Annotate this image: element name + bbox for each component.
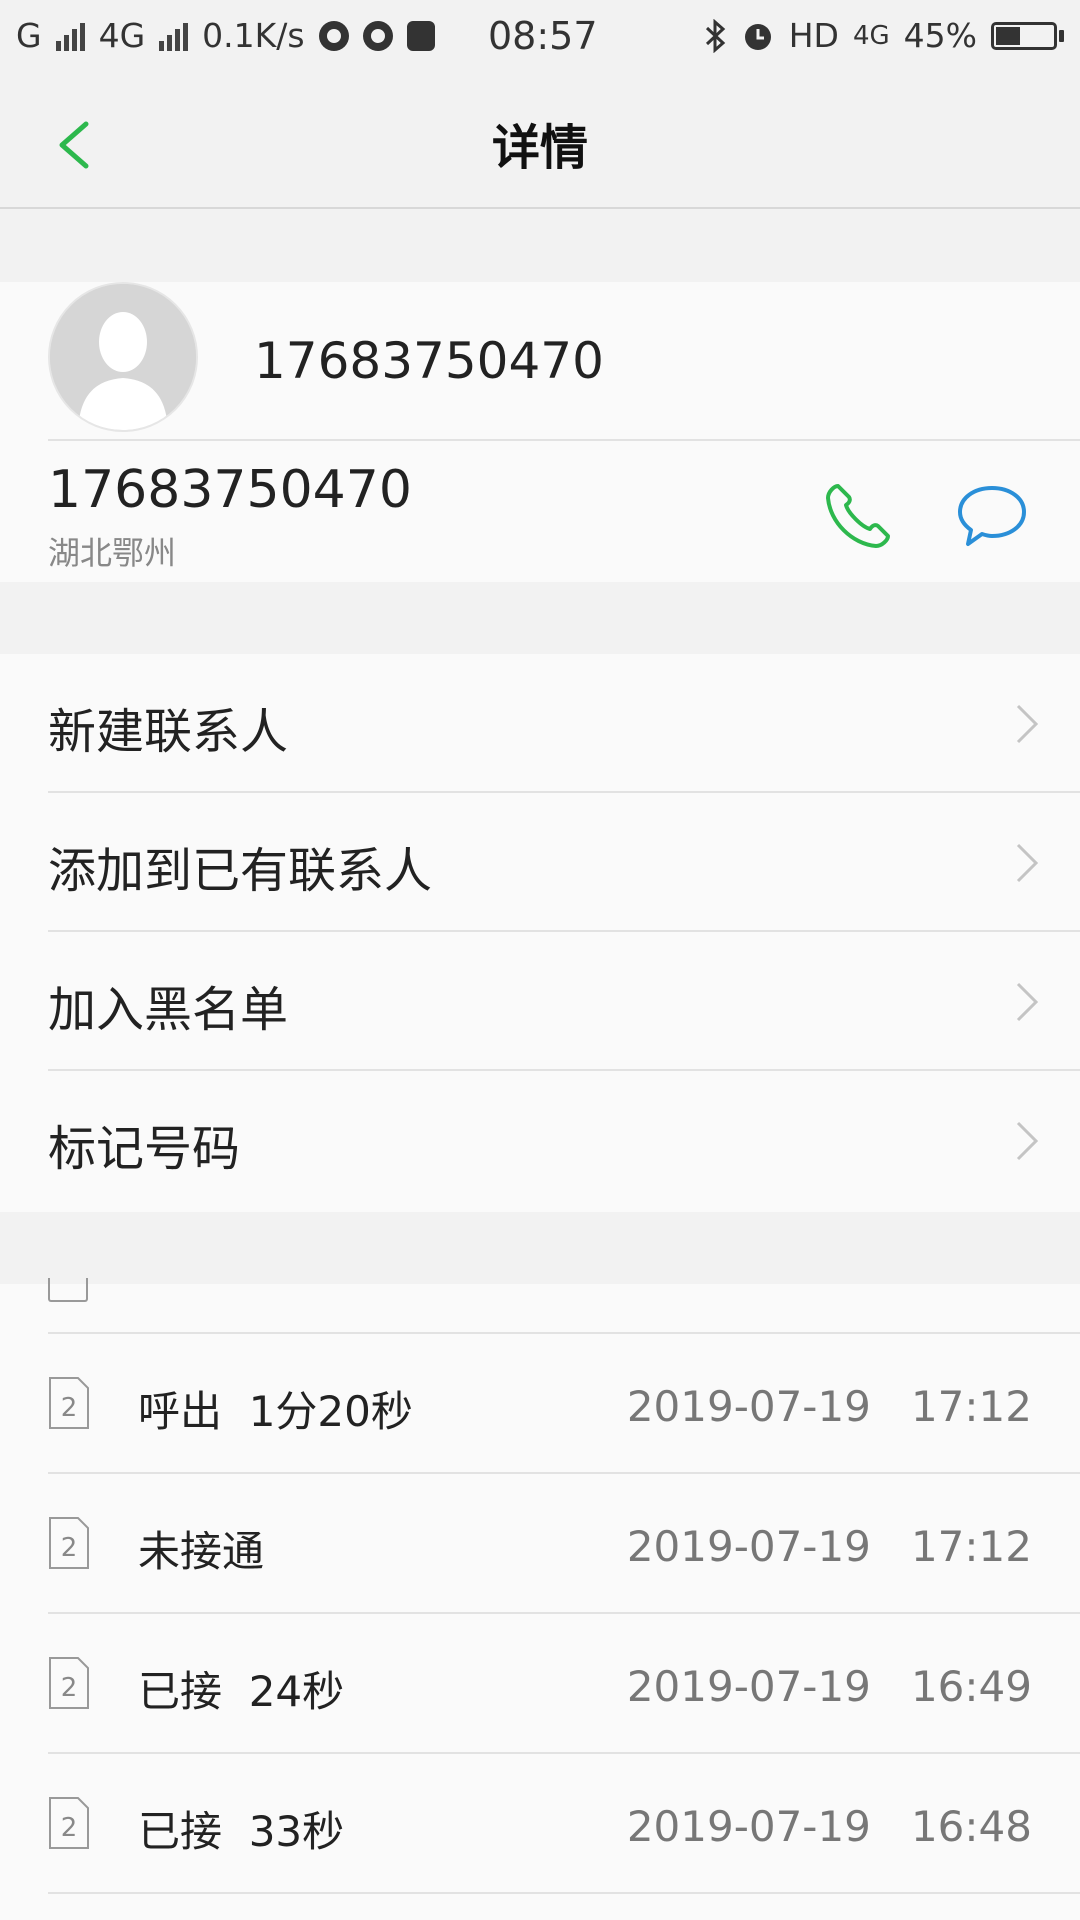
status-time: 08:57 [488, 14, 598, 58]
menu-item-label: 新建联系人 [48, 704, 289, 760]
hd-label: HD [788, 16, 839, 55]
bluetooth-icon [705, 18, 725, 53]
divider [48, 1892, 1080, 1894]
sim-card-icon: 2 [49, 1797, 89, 1849]
call-datetime: 2019-07-19 17:12 [626, 1382, 1032, 1431]
menu-item-new-contact[interactable]: 新建联系人 [0, 654, 1080, 793]
sim-card-icon: 2 [49, 1377, 89, 1429]
network-speed: 0.1K/s [202, 16, 305, 55]
call-log-row[interactable]: 2 呼出 1分20秒 2019-07-19 17:12 [0, 1334, 1080, 1474]
chat-bubble-icon [958, 486, 1026, 546]
divider [48, 439, 1080, 441]
chevron-right-icon [1016, 704, 1039, 744]
person-silhouette-icon [50, 284, 196, 430]
menu-item-label: 加入黑名单 [48, 982, 289, 1038]
status-left: G 4G 0.1K/s [16, 16, 435, 55]
call-datetime: 2019-07-19 16:49 [626, 1662, 1032, 1711]
menu-item-label: 标记号码 [48, 1121, 241, 1177]
call-type: 已接 33秒 [138, 1807, 345, 1856]
call-type: 未接通 [138, 1527, 265, 1576]
shopping-bag-icon [406, 20, 435, 51]
menu-item-label: 添加到已有联系人 [48, 843, 433, 899]
contact-name: 17683750470 [254, 332, 604, 390]
phone-number[interactable]: 17683750470 [48, 460, 412, 520]
carrier1-label: G [16, 16, 42, 55]
call-log-row[interactable]: 2 已接 24秒 2019-07-19 16:49 [0, 1614, 1080, 1754]
sim-number: 2 [61, 1813, 78, 1843]
sim-card-icon: 2 [49, 1657, 89, 1709]
sim-number: 2 [61, 1533, 78, 1563]
sim-card-icon [48, 1278, 88, 1302]
chevron-right-icon [1016, 982, 1039, 1022]
call-datetime: 2019-07-19 16:48 [626, 1802, 1032, 1851]
chevron-right-icon [1016, 1121, 1039, 1161]
contact-header: 17683750470 17683750470 湖北鄂州 [0, 282, 1080, 582]
status-right: HD 4G 45% [703, 16, 1064, 55]
list-item-partial [0, 1278, 1080, 1334]
message-button[interactable] [954, 478, 1030, 554]
menu-item-add-to-existing[interactable]: 添加到已有联系人 [0, 793, 1080, 932]
network-type-label: 4G [852, 20, 890, 51]
call-datetime: 2019-07-19 17:12 [626, 1522, 1032, 1571]
sim-number: 2 [61, 1393, 78, 1423]
call-log-row[interactable]: 2 未接通 2019-07-19 17:12 [0, 1474, 1080, 1614]
nav-bar: 详情 [0, 78, 1080, 209]
call-log-row[interactable]: 2 已接 33秒 2019-07-19 16:48 [0, 1754, 1080, 1894]
menu-item-blacklist[interactable]: 加入黑名单 [0, 932, 1080, 1071]
chevron-right-icon [1016, 843, 1039, 883]
status-bar: G 4G 0.1K/s 08:57 HD 4G 45% [0, 0, 1080, 78]
avatar[interactable] [48, 282, 198, 432]
carrier2-label: 4G [98, 16, 146, 55]
sim-number: 2 [61, 1673, 78, 1703]
call-log-list: 2 呼出 1分20秒 2019-07-19 17:12 2 未接通 2019-0… [0, 1278, 1080, 1920]
call-button[interactable] [820, 478, 896, 554]
app-notification-icon-2 [362, 20, 393, 51]
battery-percent: 45% [903, 16, 977, 55]
page-title: 详情 [491, 120, 588, 176]
call-type: 呼出 1分20秒 [138, 1387, 413, 1436]
alarm-icon [744, 23, 771, 50]
action-menu: 新建联系人 添加到已有联系人 加入黑名单 标记号码 [0, 654, 1080, 1212]
number-location: 湖北鄂州 [48, 534, 177, 572]
menu-item-mark-number[interactable]: 标记号码 [0, 1071, 1080, 1210]
app-notification-icon [318, 20, 349, 51]
signal-icon [55, 21, 85, 51]
battery-icon [991, 21, 1064, 50]
phone-icon [826, 484, 890, 548]
call-type: 已接 24秒 [138, 1667, 345, 1716]
signal-icon-2 [159, 21, 189, 51]
sim-card-icon: 2 [49, 1517, 89, 1569]
